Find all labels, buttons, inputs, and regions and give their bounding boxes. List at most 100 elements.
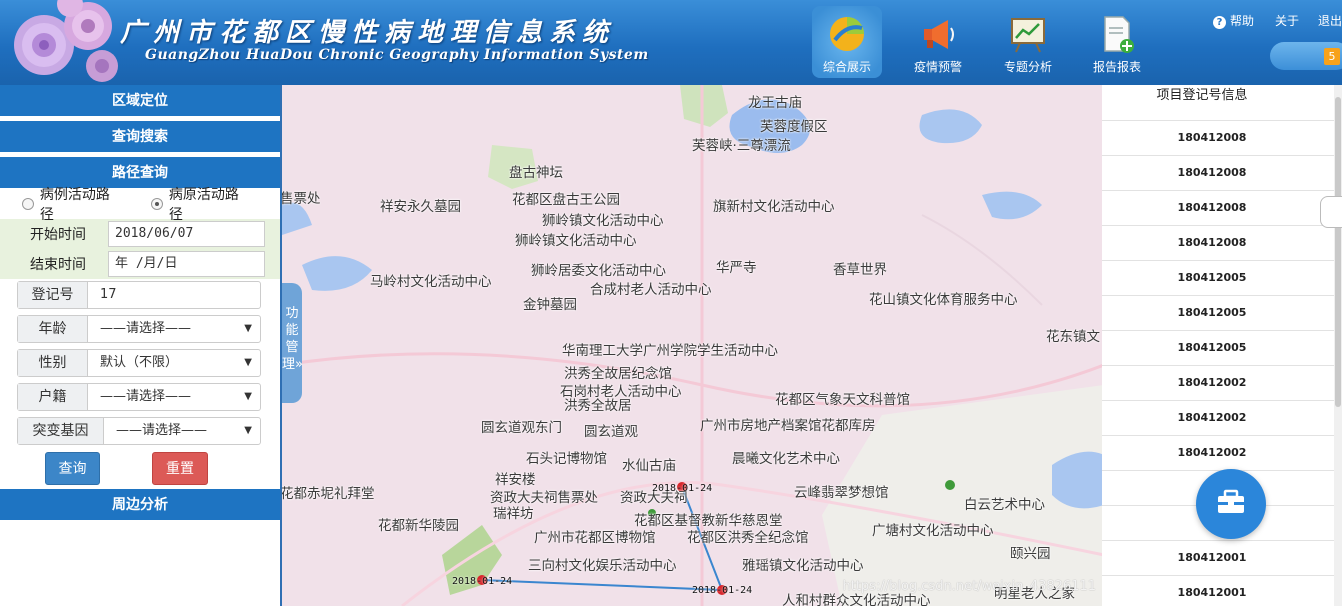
chevron-down-icon: ▼ xyxy=(244,357,252,368)
registration-row[interactable]: 180412005 xyxy=(1102,295,1342,330)
poi-label: 金钟墓园 xyxy=(523,297,577,313)
radio-case-route-circle[interactable] xyxy=(22,198,34,210)
section-nearby-analysis[interactable]: 周边分析 xyxy=(0,489,280,521)
mutation-gene-select-value: ——请选择—— xyxy=(116,423,208,438)
start-date-input[interactable]: 2018/06/07 xyxy=(108,221,265,247)
start-date-label: 开始时间 xyxy=(30,227,86,243)
registration-info-title: 项目登记号信息 xyxy=(1156,88,1248,103)
gender-label: 性别 xyxy=(18,350,88,376)
poi-label: 三向村文化娱乐活动中心 xyxy=(528,558,677,574)
poi-label: 花都区洪秀全纪念馆 xyxy=(687,530,809,546)
age-select[interactable]: ——请选择—— ▼ xyxy=(88,316,260,342)
poi-label: 售票处 xyxy=(280,191,321,207)
registration-row[interactable]: 180412002 xyxy=(1102,365,1342,400)
household-select-row: 户籍 ——请选择—— ▼ xyxy=(17,383,261,411)
registration-row[interactable]: 180412005 xyxy=(1102,330,1342,365)
poi-label: 资政大夫祠售票处 xyxy=(490,490,598,506)
megaphone-icon xyxy=(924,20,954,49)
toolbox-icon xyxy=(1218,489,1244,513)
nav-thematic-analysis[interactable]: 专题分析 xyxy=(993,6,1063,78)
registration-row[interactable]: 180412001 xyxy=(1102,540,1342,575)
nav-overview[interactable]: 综合展示 xyxy=(812,6,882,78)
message-bar[interactable]: 5 xyxy=(1270,42,1342,70)
poi-label: 白云艺术中心 xyxy=(964,497,1045,513)
poi-label: 广塘村文化活动中心 xyxy=(872,523,994,539)
section-query-search[interactable]: 查询搜索 xyxy=(0,121,280,153)
help-icon: ? xyxy=(1213,16,1226,29)
scrollbar[interactable] xyxy=(1334,85,1342,606)
poi-label: 圆玄道观东门 xyxy=(481,420,562,436)
mutation-gene-select[interactable]: ——请选择—— ▼ xyxy=(104,418,260,444)
nav-reports-label: 报告报表 xyxy=(1092,60,1141,74)
app-title: 广州市花都区慢性病地理信息系统 xyxy=(120,18,616,48)
gender-select[interactable]: 默认（不限） ▼ xyxy=(88,350,260,376)
poi-label: 广州市花都区博物馆 xyxy=(534,530,656,546)
poi-label: 盘古神坛 xyxy=(509,165,563,181)
registration-row[interactable]: 180412005 xyxy=(1102,260,1342,295)
registration-row[interactable]: 180412008 xyxy=(1102,190,1342,225)
household-select[interactable]: ——请选择—— ▼ xyxy=(88,384,260,410)
poi-label: 龙王古庙 xyxy=(748,95,802,111)
household-label: 户籍 xyxy=(18,384,88,410)
map-view[interactable]: 龙王古庙 芙蓉度假区 芙蓉峡·三尊漂流 盘古神坛 售票处 祥安永久墓园 花都区盘… xyxy=(280,85,1102,606)
registration-row[interactable]: 180412008 xyxy=(1102,225,1342,260)
radio-pathogen-route-label: 病原活动路径 xyxy=(168,187,239,223)
chevron-down-icon: ▼ xyxy=(244,425,252,436)
poi-label: 合成村老人活动中心 xyxy=(590,282,712,298)
app-window: 广州市花都区慢性病地理信息系统 GuangZhou HuaDou Chronic… xyxy=(0,0,1342,606)
nav-epidemic-warning-label: 疫情预警 xyxy=(913,60,962,74)
radio-case-route[interactable]: 病例活动路径 xyxy=(22,184,123,224)
exit-link[interactable]: 退出 xyxy=(1318,12,1342,29)
nav-thematic-analysis-label: 专题分析 xyxy=(1003,60,1052,74)
radio-pathogen-route[interactable]: 病原活动路径 xyxy=(151,184,252,224)
function-management-tab[interactable]: 功能管理» xyxy=(282,283,303,403)
about-link[interactable]: 关于 xyxy=(1275,12,1299,29)
poi-label: 花东镇文 xyxy=(1046,329,1100,345)
poi-label: 华南理工大学广州学院学生活动中心 xyxy=(562,343,778,359)
reset-button[interactable]: 重置 xyxy=(152,452,208,485)
registration-row[interactable]: 180412001 xyxy=(1102,575,1342,606)
track-point-date: 2018-01-24 xyxy=(692,585,753,596)
chevron-down-icon: ▼ xyxy=(244,323,252,334)
poi-label: 花都赤坭礼拜堂 xyxy=(280,486,375,502)
toolbox-button[interactable] xyxy=(1196,469,1266,539)
registration-row[interactable]: 180412002 xyxy=(1102,435,1342,470)
scrollbar-thumb[interactable] xyxy=(1335,97,1341,407)
poi-label: 圆玄道观 xyxy=(584,424,638,440)
poi-label: 祥安楼 xyxy=(495,472,536,488)
poi-label: 瑞祥坊 xyxy=(493,506,534,522)
track-point-date: 2018-01-24 xyxy=(452,576,513,587)
chevron-down-icon: ▼ xyxy=(244,391,252,402)
poi-label: 花都区盘古王公园 xyxy=(512,192,620,208)
mutation-gene-select-row: 突变基因 ——请选择—— ▼ xyxy=(17,417,261,445)
poi-label: 狮岭镇文化活动中心 xyxy=(515,233,637,249)
poi-label: 祥安永久墓园 xyxy=(380,199,461,215)
help-link[interactable]: ? 帮助 xyxy=(1213,12,1254,29)
registration-row[interactable]: 180412008 xyxy=(1102,120,1342,155)
section-region-locate[interactable]: 区域定位 xyxy=(0,85,280,117)
age-select-value: ——请选择—— xyxy=(100,321,192,336)
end-date-input[interactable]: 年 /月/日 xyxy=(108,251,265,277)
csdn-watermark: https://blog.csdn.net/weixin_43826111 xyxy=(842,579,1096,594)
poi-label: 人和村群众文化活动中心 xyxy=(782,593,931,606)
nav-reports[interactable]: 报告报表 xyxy=(1082,6,1152,78)
nav-epidemic-warning[interactable]: 疫情预警 xyxy=(903,6,973,78)
gender-select-row: 性别 默认（不限） ▼ xyxy=(17,349,261,377)
poi-label: 云峰翡翠梦想馆 xyxy=(794,485,889,501)
gender-select-value: 默认（不限） xyxy=(100,355,179,370)
radio-pathogen-route-circle[interactable] xyxy=(151,198,163,210)
radio-case-route-label: 病例活动路径 xyxy=(39,187,110,223)
registration-no-input[interactable]: 17 xyxy=(88,282,260,308)
query-button[interactable]: 查询 xyxy=(45,452,100,485)
registration-row[interactable]: 180412002 xyxy=(1102,400,1342,435)
pie-chart-icon xyxy=(830,17,864,51)
line-chart-board-icon xyxy=(1011,18,1045,53)
poi-label: 颐兴园 xyxy=(1010,546,1051,562)
poi-label: 华严寺 xyxy=(716,260,757,276)
registration-row[interactable]: 180412008 xyxy=(1102,155,1342,190)
poi-label: 花都区基督教新华慈恩堂 xyxy=(634,513,783,529)
route-type-group: 病例活动路径 病原活动路径 xyxy=(0,187,280,223)
household-select-value: ——请选择—— xyxy=(100,389,192,404)
poi-label: 花都新华陵园 xyxy=(378,518,459,534)
side-panel-handle[interactable] xyxy=(1320,196,1342,228)
